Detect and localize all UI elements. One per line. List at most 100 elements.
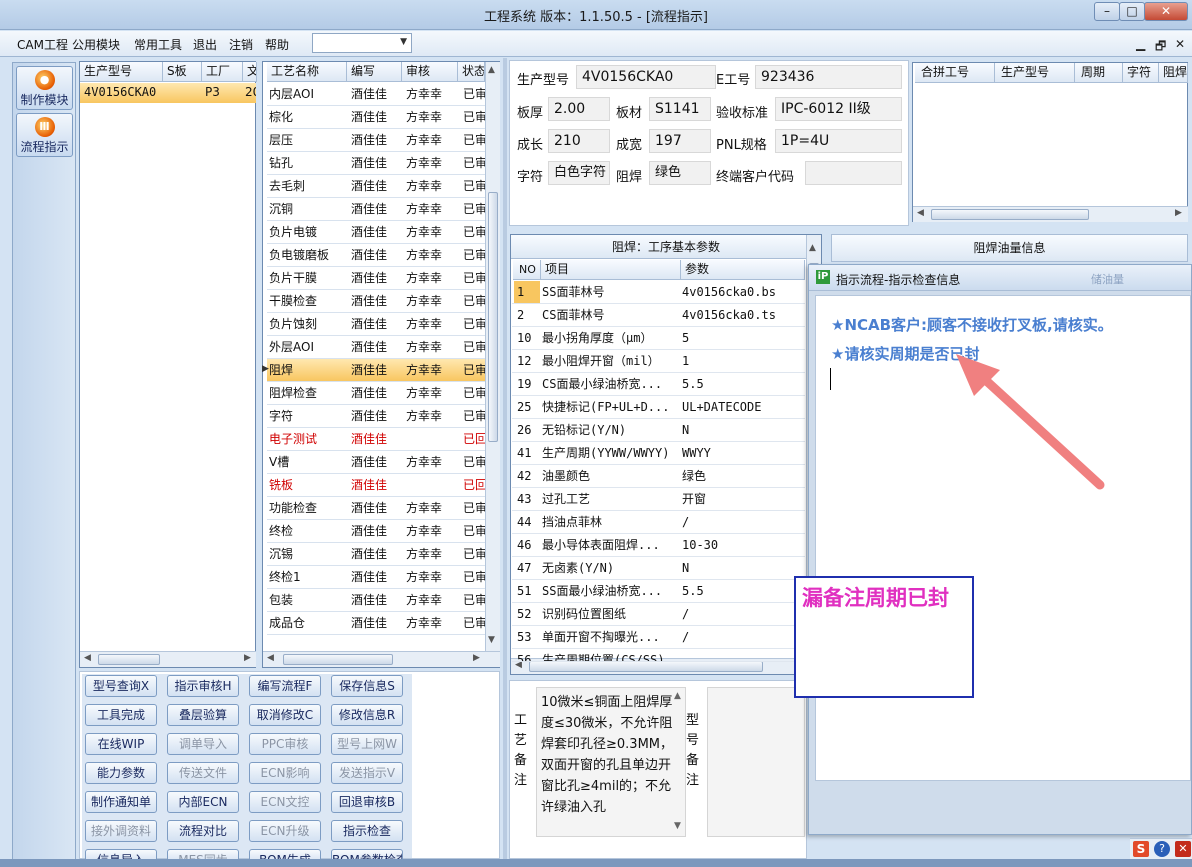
col-header[interactable]: 阻焊 (1159, 63, 1188, 83)
table-row[interactable]: 41 生产周期(YYWW/WWYY) WWYY (512, 442, 805, 465)
horizontal-scrollbar[interactable]: ◀ ▶ (263, 651, 500, 667)
table-row[interactable]: 负电镀磨板 酒佳佳 方幸幸 已审 (267, 244, 485, 267)
table-row[interactable]: 层压 酒佳佳 方幸幸 已审 (267, 129, 485, 152)
table-row[interactable]: 负片电镀 酒佳佳 方幸幸 已审 (267, 221, 485, 244)
table-row[interactable]: 56 生产周期位置(CS/SS) (512, 649, 805, 662)
table-row[interactable]: 2 CS面菲林号 4v0156cka0.ts (512, 304, 805, 327)
action-button[interactable]: ECN文控 (249, 791, 321, 813)
scroll-left-icon[interactable]: ◀ (267, 653, 274, 663)
col-header[interactable]: 项目 (541, 260, 681, 280)
action-button[interactable]: 叠层验算 (167, 704, 239, 726)
customer-field[interactable] (805, 161, 902, 185)
table-row[interactable]: 25 快捷标记(FP+UL+D... UL+DATECODE (512, 396, 805, 419)
dialog-titlebar[interactable]: iP 指示流程-指示检查信息 储油量 (809, 265, 1191, 291)
action-button[interactable]: 型号上网W (331, 733, 403, 755)
col-header[interactable]: 周期 (1075, 63, 1123, 83)
table-row[interactable]: 功能检查 酒佳佳 方幸幸 已审 (267, 497, 485, 520)
col-header[interactable]: 工厂 (202, 62, 243, 82)
action-button[interactable]: 制作通知单 (85, 791, 157, 813)
table-row[interactable]: 终检 酒佳佳 方幸幸 已审 (267, 520, 485, 543)
close-button[interactable]: ✕ (1144, 2, 1188, 21)
horizontal-scrollbar[interactable]: ◀ ▶ (80, 651, 256, 667)
action-button[interactable]: ECN影响 (249, 762, 321, 784)
table-row[interactable]: 12 最小阻焊开窗（mil） 1 (512, 350, 805, 373)
table-row[interactable]: 内层AOI 酒佳佳 方幸幸 已审 (267, 83, 485, 106)
horizontal-scrollbar[interactable]: ◀ ▶ (913, 206, 1188, 222)
action-button[interactable]: 在线WIP (85, 733, 157, 755)
scroll-right-icon[interactable]: ▶ (473, 653, 480, 663)
scroll-right-icon[interactable]: ▶ (244, 653, 251, 663)
action-button[interactable]: 接外调资料 (85, 820, 157, 842)
mdi-restore-icon[interactable]: 🗗 (1155, 37, 1166, 58)
scroll-up-icon[interactable]: ▲ (488, 65, 495, 75)
pnl-field[interactable]: 1P=4U (775, 129, 902, 153)
table-row[interactable]: 负片干膜 酒佳佳 方幸幸 已审 (267, 267, 485, 290)
vertical-scrollbar[interactable]: ▲ ▼ (485, 62, 500, 651)
scroll-down-icon[interactable]: ▼ (674, 821, 681, 831)
col-header[interactable]: S板 (163, 62, 202, 82)
production-module-button[interactable]: ● 制作模块 (16, 66, 73, 110)
col-header[interactable]: NO (513, 260, 541, 280)
scroll-left-icon[interactable]: ◀ (84, 653, 91, 663)
table-row[interactable]: 干膜检查 酒佳佳 方幸幸 已审 (267, 290, 485, 313)
table-row[interactable]: 外层AOI 酒佳佳 方幸幸 已审 (267, 336, 485, 359)
table-row[interactable]: 44 挡油点菲林 / (512, 511, 805, 534)
product-no-field[interactable]: 4V0156CKA0 (576, 65, 716, 89)
action-button[interactable]: 调单导入 (167, 733, 239, 755)
process-note-text[interactable]: 10微米≤铜面上阻焊厚度≤30微米，不允许阻焊套印孔径≥0.3MM，双面开窗的孔… (536, 687, 686, 837)
table-row[interactable]: 4V0156CKA0 P3 20 (80, 83, 256, 103)
table-row[interactable]: 沉铜 酒佳佳 方幸幸 已审 (267, 198, 485, 221)
action-button[interactable]: 型号查询X (85, 675, 157, 697)
action-button[interactable]: 工具完成 (85, 704, 157, 726)
char-field[interactable]: 白色字符 (548, 161, 610, 185)
col-header[interactable]: 文 (243, 62, 257, 82)
splitter[interactable] (503, 58, 507, 859)
col-header[interactable]: 合拼工号 (915, 63, 995, 83)
table-row[interactable]: 棕化 酒佳佳 方幸幸 已审 (267, 106, 485, 129)
scroll-thumb[interactable] (931, 209, 1089, 220)
table-row[interactable]: 去毛刺 酒佳佳 方幸幸 已审 (267, 175, 485, 198)
scroll-up-icon[interactable]: ▲ (674, 691, 681, 701)
table-row[interactable]: 43 过孔工艺 开窗 (512, 488, 805, 511)
col-header[interactable]: 编写 (347, 62, 402, 82)
table-row[interactable]: 47 无卤素(Y/N) N (512, 557, 805, 580)
input-method-icon[interactable]: S (1133, 841, 1149, 857)
action-button[interactable]: 保存信息S (331, 675, 403, 697)
minimize-button[interactable]: – (1094, 2, 1120, 21)
standard-field[interactable]: IPC-6012 II级 (775, 97, 902, 121)
action-button[interactable]: 指示审核H (167, 675, 239, 697)
table-row[interactable]: 52 识别码位置图纸 / (512, 603, 805, 626)
table-row[interactable]: 42 油墨颜色 绿色 (512, 465, 805, 488)
action-button[interactable]: 取消修改C (249, 704, 321, 726)
help-icon[interactable]: ? (1154, 841, 1170, 857)
table-row[interactable]: 包装 酒佳佳 方幸幸 已审 (267, 589, 485, 612)
action-button[interactable]: PPC审核 (249, 733, 321, 755)
mdi-close-icon[interactable]: ✕ (1175, 37, 1185, 51)
scroll-down-icon[interactable]: ▼ (488, 635, 495, 645)
action-button[interactable]: 能力参数 (85, 762, 157, 784)
action-button[interactable]: 发送指示V (331, 762, 403, 784)
table-row[interactable]: 字符 酒佳佳 方幸幸 已审 (267, 405, 485, 428)
material-field[interactable]: S1141 (649, 97, 711, 121)
action-button[interactable]: 编写流程F (249, 675, 321, 697)
table-row[interactable]: 负片蚀刻 酒佳佳 方幸幸 已审 (267, 313, 485, 336)
col-header[interactable]: 状态 (458, 62, 485, 82)
table-row[interactable]: 53 单面开窗不掏曝光... / (512, 626, 805, 649)
table-row[interactable]: 51 SS面最小绿油桥宽... 5.5 (512, 580, 805, 603)
scroll-up-icon[interactable]: ▲ (809, 243, 816, 253)
action-button[interactable]: 修改信息R (331, 704, 403, 726)
length-field[interactable]: 210 (548, 129, 610, 153)
model-note-text[interactable] (707, 687, 805, 837)
col-header[interactable]: 字符 (1123, 63, 1159, 83)
action-button[interactable]: 传送文件 (167, 762, 239, 784)
col-header[interactable]: 生产型号 (995, 63, 1075, 83)
menu-common-module[interactable]: 公用模块 (72, 36, 120, 53)
table-row[interactable]: 10 最小拐角厚度（μm） 5 (512, 327, 805, 350)
col-header[interactable]: 工艺名称 (267, 62, 347, 82)
col-header[interactable]: 生产型号 (80, 62, 163, 82)
e-no-field[interactable]: 923436 (755, 65, 902, 89)
thickness-field[interactable]: 2.00 (548, 97, 610, 121)
table-row[interactable]: 1 SS面菲林号 4v0156cka0.bs (512, 281, 805, 304)
table-row[interactable]: 铣板 酒佳佳 已回 (267, 474, 485, 497)
table-row[interactable]: 19 CS面最小绿油桥宽... 5.5 (512, 373, 805, 396)
